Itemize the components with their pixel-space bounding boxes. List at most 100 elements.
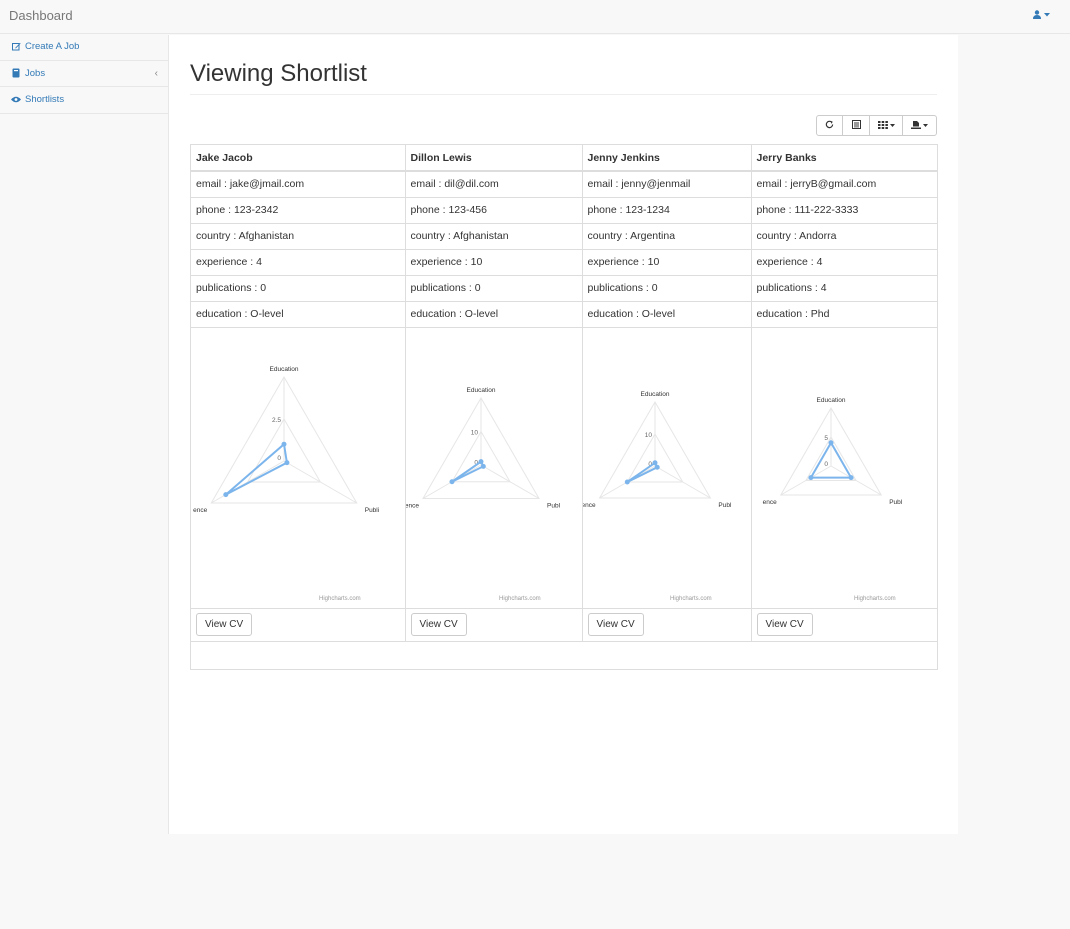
experience-cell: experience : 4 bbox=[750, 248, 937, 276]
category-label: ence bbox=[193, 507, 207, 514]
series-point bbox=[807, 474, 813, 480]
brand-title[interactable]: Dashboard bbox=[9, 8, 73, 23]
sidebar-item-label: Shortlists bbox=[25, 94, 65, 106]
series-point bbox=[448, 478, 454, 484]
country-cell: country : Afghanistan bbox=[191, 222, 406, 250]
phone-cell: phone : 123-456 bbox=[404, 196, 583, 224]
export-icon bbox=[911, 120, 921, 131]
chart-credit: Highcharts.com bbox=[319, 596, 361, 602]
toggle-view-button[interactable] bbox=[842, 115, 870, 136]
publications-cell: publications : 0 bbox=[581, 274, 752, 302]
sidebar-item-jobs[interactable]: Jobs ‹ bbox=[0, 61, 168, 87]
publications-cell: publications : 0 bbox=[191, 274, 406, 302]
series-point bbox=[223, 491, 229, 497]
view-cv-button[interactable]: View CV bbox=[196, 613, 253, 636]
refresh-button[interactable] bbox=[816, 115, 843, 136]
tick-label: 0 bbox=[824, 461, 828, 468]
radar-chart-cell: 10 0 Education Publ ence Highcharts.com bbox=[581, 326, 752, 609]
table-row: email : jake@jmail.com email : dil@dil.c… bbox=[191, 170, 937, 198]
view-cv-button[interactable]: View CV bbox=[410, 613, 467, 636]
actions-cell: View CV bbox=[750, 607, 937, 642]
eye-icon bbox=[11, 95, 21, 105]
category-label: Publ bbox=[718, 502, 732, 509]
category-label: Education bbox=[270, 366, 299, 373]
series-point bbox=[624, 479, 630, 484]
email-cell: email : dil@dil.com bbox=[404, 170, 583, 198]
actions-cell: View CV bbox=[191, 607, 406, 642]
candidate-name-header: Jerry Banks bbox=[750, 145, 937, 172]
series-point bbox=[652, 459, 657, 465]
top-navbar: Dashboard bbox=[0, 0, 1070, 34]
refresh-icon bbox=[825, 120, 834, 131]
experience-cell: experience : 10 bbox=[581, 248, 752, 276]
table-row: education : O-level education : O-level … bbox=[191, 300, 937, 328]
radar-chart-cell: 10 0 Education Publ ence Highcharts.com bbox=[404, 326, 583, 609]
actions-row: View CV View CV View CV View CV bbox=[191, 607, 937, 642]
tick-label: 2.5 bbox=[272, 417, 281, 424]
tick-label: 0 bbox=[277, 454, 281, 461]
country-cell: country : Argentina bbox=[581, 222, 752, 250]
columns-icon bbox=[877, 120, 888, 131]
user-menu-toggle[interactable] bbox=[1033, 10, 1050, 19]
book-icon bbox=[11, 68, 21, 78]
series-point bbox=[284, 459, 290, 465]
email-cell: email : jenny@jenmail bbox=[581, 170, 752, 198]
category-label: Education bbox=[466, 387, 495, 394]
chart-row: 2.5 0 Education Publi ence Highcharts.com 10 0… bbox=[191, 326, 937, 609]
caret-down-icon bbox=[889, 122, 895, 129]
series-line bbox=[626, 460, 659, 483]
publications-cell: publications : 0 bbox=[404, 274, 583, 302]
radar-chart-cell: 5 0 Education Publ ence Highcharts.com bbox=[750, 326, 937, 609]
country-cell: country : Afghanistan bbox=[404, 222, 583, 250]
actions-cell: View CV bbox=[581, 607, 752, 642]
caret-down-icon bbox=[1044, 12, 1050, 17]
series-line bbox=[450, 459, 485, 483]
publications-cell: publications : 4 bbox=[750, 274, 937, 302]
export-dropdown-button[interactable] bbox=[902, 115, 937, 136]
education-cell: education : O-level bbox=[581, 300, 752, 328]
phone-cell: phone : 111-222-3333 bbox=[750, 196, 937, 224]
table-row: experience : 4 experience : 10 experienc… bbox=[191, 248, 937, 276]
main-content: Viewing Shortlist Jake Jacob Dillon Lewi… bbox=[168, 35, 958, 834]
radar-chart: 100EducationPublenceHighcharts.com bbox=[406, 387, 561, 602]
view-cv-button[interactable]: View CV bbox=[756, 613, 813, 636]
tick-label: 10 bbox=[470, 429, 478, 436]
category-label: ence bbox=[406, 502, 419, 509]
sidebar-item-shortlists[interactable]: Shortlists bbox=[0, 87, 168, 114]
title-divider bbox=[190, 94, 937, 95]
experience-cell: experience : 10 bbox=[404, 248, 583, 276]
caret-down-icon bbox=[923, 122, 928, 129]
chart-credit: Highcharts.com bbox=[854, 596, 896, 602]
sidebar-item-create-job[interactable]: Create A Job bbox=[0, 34, 168, 61]
category-label: ence bbox=[762, 499, 776, 506]
category-label: ence bbox=[583, 502, 596, 509]
table-toolbar bbox=[816, 115, 937, 136]
chart-credit: Highcharts.com bbox=[499, 596, 541, 602]
candidate-name-header: Dillon Lewis bbox=[404, 145, 583, 172]
series-point bbox=[281, 441, 287, 447]
view-cv-button[interactable]: View CV bbox=[587, 613, 644, 636]
toggle-view-icon bbox=[851, 120, 861, 131]
columns-dropdown-button[interactable] bbox=[869, 115, 903, 136]
chevron-left-icon[interactable]: ‹ bbox=[155, 68, 158, 79]
table-row: publications : 0 publications : 0 public… bbox=[191, 274, 937, 302]
education-cell: education : Phd bbox=[750, 300, 937, 328]
candidate-name-header: Jake Jacob bbox=[191, 145, 406, 172]
series-line bbox=[225, 441, 289, 495]
candidate-name-header: Jenny Jenkins bbox=[581, 145, 752, 172]
series-point bbox=[478, 458, 483, 464]
chart-credit: Highcharts.com bbox=[670, 596, 712, 602]
country-cell: country : Andorra bbox=[750, 222, 937, 250]
series-point bbox=[480, 463, 486, 469]
category-label: Education bbox=[640, 391, 669, 398]
education-cell: education : O-level bbox=[404, 300, 583, 328]
table-header-row: Jake Jacob Dillon Lewis Jenny Jenkins Je… bbox=[191, 145, 937, 172]
series-point bbox=[654, 464, 660, 470]
radar-chart-cell: 2.5 0 Education Publi ence Highcharts.com bbox=[191, 326, 406, 609]
tick-label: 5 bbox=[824, 435, 828, 442]
category-label: Publ bbox=[547, 502, 561, 509]
category-label: Publi bbox=[365, 507, 379, 514]
education-cell: education : O-level bbox=[191, 300, 406, 328]
sidebar-item-label: Jobs bbox=[25, 67, 46, 79]
sidebar: Create A Job Jobs ‹ Shortlists bbox=[0, 34, 168, 114]
